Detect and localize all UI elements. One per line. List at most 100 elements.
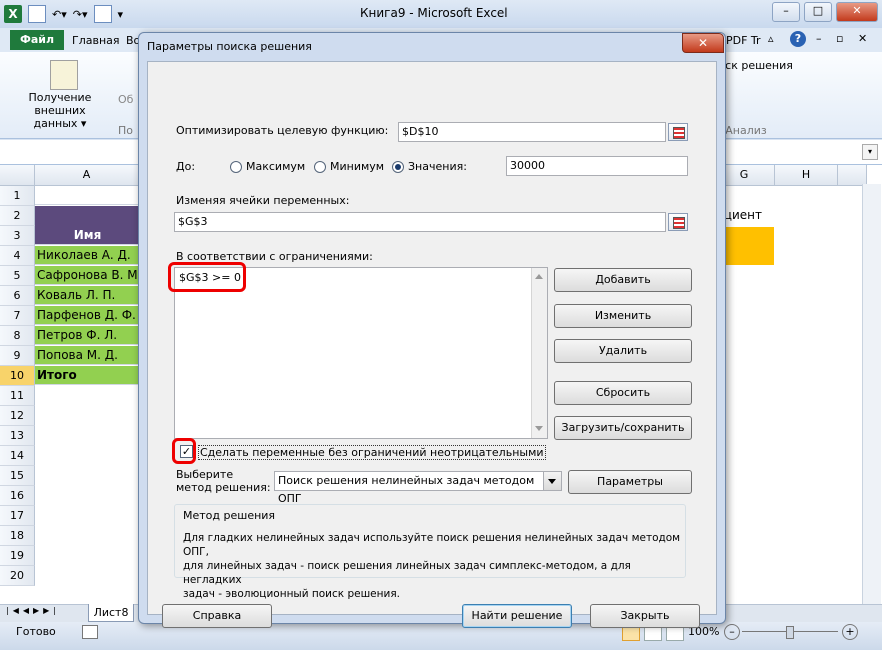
cell-a[interactable]: Коваль Л. П.: [35, 286, 138, 305]
radio-min[interactable]: [314, 161, 326, 173]
row-header[interactable]: 3: [0, 226, 35, 246]
help-button[interactable]: Справка: [162, 604, 272, 628]
solver-ribbon-button[interactable]: иск решения: [718, 59, 793, 72]
radio-max[interactable]: [230, 161, 242, 173]
tab-pdf[interactable]: PDF Tr: [726, 34, 761, 47]
window-close-button[interactable]: ✕: [836, 2, 878, 22]
radio-min-label[interactable]: Минимум: [330, 160, 384, 173]
doc-restore-icon[interactable]: ▫: [836, 32, 843, 45]
expand-formula-icon[interactable]: ▾: [862, 144, 878, 160]
row-header[interactable]: 8: [0, 326, 35, 346]
quick-access-toolbar: X ↶▾ ↷▾ ▾: [4, 3, 123, 25]
vertical-scrollbar[interactable]: [862, 184, 881, 604]
cell-a[interactable]: Петров Ф. Л.: [35, 326, 138, 345]
select-all-corner[interactable]: [0, 165, 35, 186]
method-description-group: Метод решения Для гладких нелинейных зад…: [174, 504, 686, 600]
radio-max-label[interactable]: Максимум: [246, 160, 305, 173]
row-header[interactable]: 16: [0, 486, 35, 506]
row-header[interactable]: 10: [0, 366, 35, 386]
radio-value[interactable]: [392, 161, 404, 173]
row-header[interactable]: 19: [0, 546, 35, 566]
cell-a[interactable]: Сафронова В. М: [35, 266, 138, 285]
changing-cells-range-select-icon[interactable]: [668, 213, 688, 231]
row-header[interactable]: 13: [0, 426, 35, 446]
delete-constraint-button[interactable]: Удалить: [554, 339, 692, 363]
doc-close-icon[interactable]: ✕: [858, 32, 867, 45]
status-bar: [0, 622, 882, 650]
change-constraint-button[interactable]: Изменить: [554, 304, 692, 328]
ribbon-minimize-icon[interactable]: ▵: [768, 32, 774, 45]
tab-file[interactable]: Файл: [10, 30, 64, 50]
row-header[interactable]: 15: [0, 466, 35, 486]
row-header[interactable]: 2: [0, 206, 35, 226]
row-header[interactable]: 14: [0, 446, 35, 466]
doc-minimize-icon[interactable]: –: [816, 32, 822, 45]
row-header[interactable]: 6: [0, 286, 35, 306]
row-header[interactable]: 5: [0, 266, 35, 286]
maximize-button[interactable]: □: [804, 2, 832, 22]
objective-input[interactable]: $D$10: [398, 122, 666, 142]
cell-a[interactable]: Итого: [35, 366, 138, 385]
zoom-slider-thumb[interactable]: [786, 626, 794, 639]
dialog-title: Параметры поиска решения: [147, 40, 312, 53]
dialog-close-button[interactable]: ✕: [682, 33, 724, 53]
load-save-button[interactable]: Загрузить/сохранить: [554, 416, 692, 440]
method-label-line1: Выберите: [176, 468, 234, 481]
constraints-list[interactable]: $G$3 >= 0: [174, 267, 548, 439]
checkbox-highlight: [172, 438, 196, 464]
form-icon[interactable]: [93, 5, 112, 23]
add-constraint-button[interactable]: Добавить: [554, 268, 692, 292]
method-group-title: Метод решения: [183, 509, 276, 522]
minimize-button[interactable]: –: [772, 2, 800, 22]
row-header[interactable]: 12: [0, 406, 35, 426]
zoom-out-icon[interactable]: –: [724, 624, 740, 640]
cell-a[interactable]: Попова М. Д.: [35, 346, 138, 365]
cell-a[interactable]: [35, 186, 138, 205]
tab-home[interactable]: Главная: [72, 34, 120, 47]
dialog-body: Оптимизировать целевую функцию: $D$10 До…: [147, 61, 717, 628]
row-header[interactable]: 9: [0, 346, 35, 366]
database-icon[interactable]: [50, 60, 78, 90]
column-header-i[interactable]: [838, 165, 867, 186]
row-header[interactable]: 11: [0, 386, 35, 406]
cell-a[interactable]: Николаев А. Д.: [35, 246, 138, 265]
radio-value-label[interactable]: Значения:: [408, 160, 467, 173]
row-header[interactable]: 17: [0, 506, 35, 526]
nonnegative-label[interactable]: Сделать переменные без ограничений неотр…: [198, 445, 546, 460]
solve-button[interactable]: Найти решение: [462, 604, 572, 628]
customize-qat-icon[interactable]: ▾: [118, 8, 124, 21]
help-icon[interactable]: ?: [790, 31, 806, 47]
sheet-tab[interactable]: Лист8: [88, 604, 134, 622]
changing-cells-label: Изменяя ячейки переменных:: [176, 194, 350, 207]
cell-a[interactable]: Парфенов Д. Ф.: [35, 306, 138, 325]
row-header[interactable]: 20: [0, 566, 35, 586]
chevron-down-icon[interactable]: [543, 472, 561, 490]
options-button[interactable]: Параметры: [568, 470, 692, 494]
constraints-scrollbar[interactable]: [531, 268, 547, 438]
target-value-input[interactable]: 30000: [506, 156, 688, 176]
window-title: Книга9 - Microsoft Excel: [360, 6, 508, 20]
macro-record-icon[interactable]: [82, 625, 98, 639]
close-button[interactable]: Закрыть: [590, 604, 700, 628]
sheet-nav-arrows[interactable]: |◀◀▶▶|: [6, 606, 60, 615]
undo-icon[interactable]: ↶▾: [52, 8, 67, 21]
redo-icon[interactable]: ↷▾: [73, 8, 88, 21]
objective-range-select-icon[interactable]: [668, 123, 688, 141]
changing-cells-input[interactable]: $G$3: [174, 212, 666, 232]
reset-all-button[interactable]: Сбросить: [554, 381, 692, 405]
row-header[interactable]: 1: [0, 186, 35, 206]
scroll-down-icon[interactable]: [535, 426, 543, 431]
solving-method-select[interactable]: Поиск решения нелинейных задач методом О…: [274, 471, 562, 505]
row-header[interactable]: 4: [0, 246, 35, 266]
method-desc-line1: Для гладких нелинейных задач используйте…: [183, 532, 681, 558]
method-desc-line3: задач - эволюционный поиск решения.: [183, 588, 400, 600]
column-header-h[interactable]: H: [775, 165, 838, 186]
save-icon[interactable]: [28, 5, 46, 23]
zoom-in-icon[interactable]: +: [842, 624, 858, 640]
column-header-a[interactable]: A: [35, 165, 139, 186]
row-header[interactable]: 7: [0, 306, 35, 326]
get-external-data-button[interactable]: Получение внешних данных ▾: [12, 91, 108, 130]
row-header[interactable]: 18: [0, 526, 35, 546]
scroll-up-icon[interactable]: [535, 274, 543, 279]
cell-a[interactable]: Имя: [35, 206, 138, 245]
